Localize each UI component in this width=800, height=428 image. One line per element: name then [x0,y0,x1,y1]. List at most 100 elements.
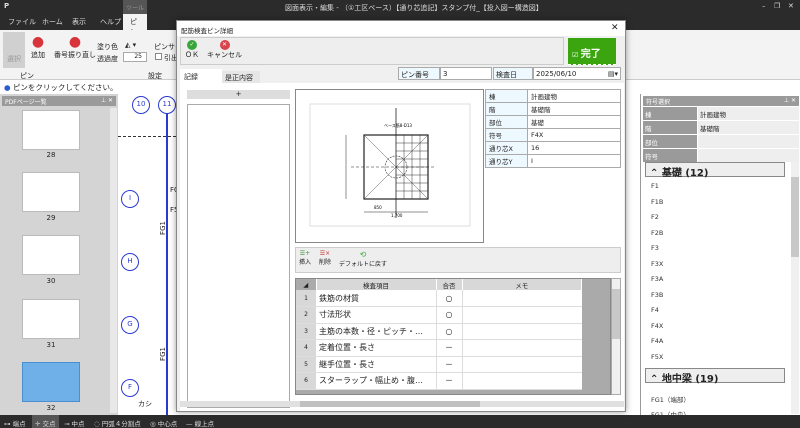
add-pin-button[interactable]: ● 追加 [27,34,49,60]
grid-bubble[interactable]: G [121,316,139,334]
cell-result[interactable]: － [435,356,463,373]
pdf-page-panel: PDFページ一覧 ⊥ ✕ 28 29 30 31 32 [0,94,118,415]
grid-scrollbar[interactable] [611,278,621,395]
grid-bubble[interactable]: H [121,253,139,271]
symbol-item[interactable]: F4A [651,337,663,345]
grid-bubble[interactable]: F [121,379,139,397]
table-row[interactable]: 1 鉄筋の材質 ○ [296,290,582,307]
table-row[interactable]: 2 寸法形状 ○ [296,306,582,324]
page-thumbnail[interactable] [22,110,80,150]
tab-file[interactable]: ファイル [8,17,36,27]
cell-item[interactable]: 鉄筋の材質 [316,290,436,307]
symbol-item[interactable]: F4X [651,322,663,330]
page-thumbnail[interactable] [22,235,80,275]
renumber-button[interactable]: ● 番号振り直し [52,34,98,60]
tab-view[interactable]: 表示 [72,17,86,27]
inspection-date-input[interactable]: 2025/06/10 ▤▾ [533,67,621,80]
tab-pin[interactable]: ピン [123,14,147,36]
symbol-item[interactable]: F3 [651,244,659,252]
column-header-item[interactable]: 検査項目 [316,279,437,290]
snap-arc-quarter[interactable]: ◌ 円弧４分割点 [94,418,141,428]
leader-checkbox[interactable] [155,53,162,60]
symbol-item[interactable]: F4 [651,306,659,314]
filter-part[interactable]: 部位 [643,135,799,148]
restore-button[interactable]: ❐ [774,2,780,10]
cell-memo[interactable] [462,323,582,340]
panel-close-icon[interactable]: ⊥ ✕ [101,97,113,104]
add-photo-button[interactable]: + [187,90,290,99]
complete-toggle[interactable]: ☑ 完了 [568,38,616,65]
cell-item[interactable]: 定着位置・長さ [316,339,436,357]
dialog-horizontal-scrollbar[interactable] [180,401,624,407]
symbol-item[interactable]: F3A [651,275,663,283]
symbol-item[interactable]: F2 [651,213,659,221]
opacity-input[interactable]: 25 [123,52,147,62]
group-header-ground-beam[interactable]: ⌃ 地中梁 (19) [645,368,785,385]
grid-bubble[interactable]: I [121,190,139,208]
symbol-item[interactable]: F3X [651,260,663,268]
fill-color-picker[interactable]: ◭ ▾ [125,41,136,49]
minimize-button[interactable]: – [762,2,766,10]
cell-item[interactable]: 寸法形状 [316,306,436,324]
cell-memo[interactable] [462,339,582,357]
cell-result[interactable]: － [435,339,463,357]
tab-record[interactable]: 記録 [180,69,222,83]
dialog-close-button[interactable]: ✕ [611,23,619,33]
symbol-item[interactable]: F1 [651,182,659,190]
symbol-item[interactable]: F3B [651,291,663,299]
filter-symbol[interactable]: 符号 [643,149,799,162]
insert-row-button[interactable]: ☰+ 挿入 [299,250,311,266]
cell-result[interactable]: － [435,372,463,390]
cell-result[interactable]: ○ [435,323,463,340]
cell-item[interactable]: 継手位置・長さ [316,356,436,373]
table-row[interactable]: 4 定着位置・長さ－ [296,339,582,357]
cell-memo[interactable] [462,306,582,324]
snap-on-line[interactable]: — 線上点 [186,418,214,428]
page-thumbnail-selected[interactable] [22,362,80,402]
symbol-scrollbar[interactable] [791,162,799,414]
symbol-item[interactable]: F5X [651,353,663,361]
grid-bubble[interactable]: 11 [158,96,176,114]
cancel-button[interactable]: ✕ キャンセル [207,40,242,60]
tab-home[interactable]: ホーム [42,17,63,27]
page-thumbnail[interactable] [22,172,80,212]
cell-item[interactable]: スターラップ・幅止め・腹… [316,372,436,390]
snap-midpoint[interactable]: ⊸ 中点 [64,418,85,428]
snap-intersection[interactable]: ✛ 交点 [32,415,59,428]
reset-default-button[interactable]: ⟲ デフォルトに戻す [339,250,387,268]
cell-memo[interactable] [462,356,582,373]
cell-memo[interactable] [462,372,582,390]
symbol-item[interactable]: FG1（端部） [651,394,690,404]
panel-close-icon[interactable]: ⊥ ✕ [784,97,796,104]
close-button[interactable]: ✕ [788,2,794,10]
cell-result[interactable]: ○ [435,290,463,307]
cell-memo[interactable] [462,290,582,307]
column-header-result[interactable]: 合否 [436,279,463,290]
filter-building[interactable]: 棟計画建物 [643,107,799,120]
column-header-memo[interactable]: メモ [462,279,582,290]
table-row[interactable]: 5 継手位置・長さ－ [296,356,582,373]
tab-correction[interactable]: 是正内容 [222,71,260,83]
delete-row-button[interactable]: ☰× 削除 [319,250,331,266]
group-header-foundation[interactable]: ⌃ 基礎 (12) [645,162,785,179]
cell-item[interactable]: 主筋の本数・径・ピッチ・… [316,323,436,340]
page-thumbnail[interactable] [22,299,80,339]
cell-result[interactable]: ○ [435,306,463,324]
tab-help[interactable]: ヘルプ [100,17,121,27]
photo-list[interactable] [187,104,290,408]
snap-center[interactable]: ◎ 中心点 [150,418,177,428]
grid-bubble[interactable]: 10 [132,96,150,114]
pin-number-input[interactable]: 3 [440,67,492,80]
table-row[interactable]: 3 主筋の本数・径・ピッチ・… ○ [296,323,582,340]
ok-button[interactable]: ✓ ＯＫ [185,40,199,60]
drawing-preview[interactable]: ベース筋8-D13 1,700 850 [295,89,484,243]
select-button[interactable]: 選択 [3,32,25,68]
delete-label: 削除 [319,259,332,266]
pdf-panel-scrollbar[interactable] [110,108,117,413]
table-row[interactable]: 6 スターラップ・幅止め・腹… － [296,372,582,390]
symbol-item[interactable]: F1B [651,198,663,206]
snap-endpoint[interactable]: ⊶ 端点 [4,418,26,428]
symbol-item[interactable]: F2B [651,229,663,237]
filter-floor[interactable]: 階基礎階 [643,121,799,134]
calendar-dropdown-icon[interactable]: ▤▾ [608,70,618,78]
